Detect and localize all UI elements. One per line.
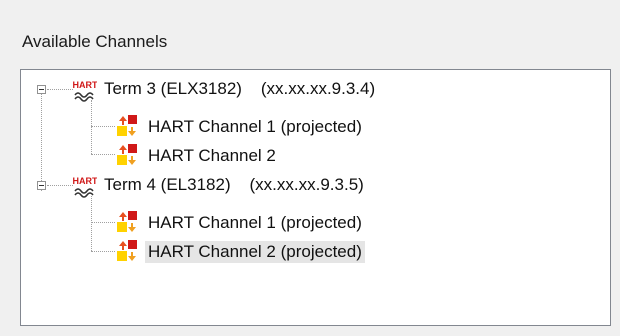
collapse-toggle[interactable]: [37, 181, 46, 190]
hart-channel-icon: [117, 144, 137, 165]
tree-node-channel[interactable]: HART Channel 2: [21, 143, 610, 169]
tree-node-label[interactable]: HART Channel 2: [145, 145, 279, 167]
channel-tree[interactable]: HART Term 3 (ELX3182) (xx.xx.xx.9.3.4) H…: [20, 69, 611, 326]
hart-channel-icon: [117, 115, 137, 136]
tree-node-channel[interactable]: HART Channel 2 (projected): [21, 239, 610, 265]
hart-terminal-icon: HART: [73, 79, 97, 102]
tree-node-label[interactable]: HART Channel 1 (projected): [145, 116, 365, 138]
tree-node-label[interactable]: HART Channel 1 (projected): [145, 212, 365, 234]
hart-channel-icon: [117, 211, 137, 232]
groupbox-title: Available Channels: [22, 32, 168, 51]
tree-node-label[interactable]: Term 4 (EL3182) (xx.xx.xx.9.3.5): [101, 174, 367, 196]
tree-node-term-4[interactable]: HART Term 4 (EL3182) (xx.xx.xx.9.3.5): [21, 172, 610, 198]
collapse-toggle[interactable]: [37, 85, 46, 94]
tree-node-channel[interactable]: HART Channel 1 (projected): [21, 114, 610, 140]
tree-node-label-selected[interactable]: HART Channel 2 (projected): [145, 241, 365, 263]
tree-node-term-3[interactable]: HART Term 3 (ELX3182) (xx.xx.xx.9.3.4): [21, 76, 610, 102]
hart-channel-icon: [117, 240, 137, 261]
tree-node-channel[interactable]: HART Channel 1 (projected): [21, 210, 610, 236]
hart-badge-text: HART: [73, 176, 97, 186]
hart-badge-text: HART: [73, 80, 97, 90]
tree-node-label[interactable]: Term 3 (ELX3182) (xx.xx.xx.9.3.4): [101, 78, 378, 100]
hart-terminal-icon: HART: [73, 175, 97, 198]
